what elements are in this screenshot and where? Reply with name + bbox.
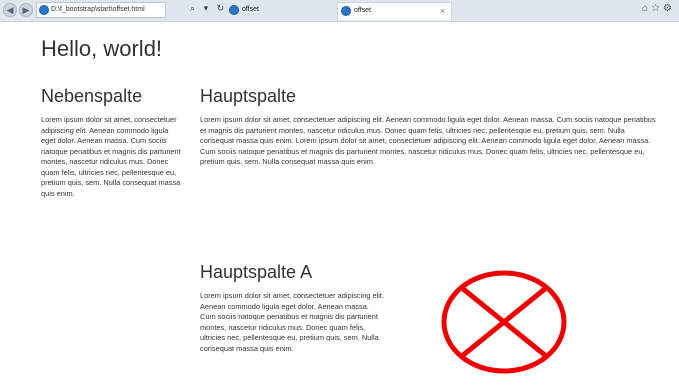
back-button[interactable]: ◀: [3, 3, 17, 17]
tab-inactive-title: offset: [242, 6, 259, 13]
forward-arrow-icon: ▶: [22, 4, 30, 15]
tab-active-title: offset: [354, 7, 371, 14]
main-column-a-title: Hauptspalte A: [200, 262, 313, 282]
tab-active[interactable]: offset ×: [337, 2, 452, 20]
side-column: Nebenspalte Lorem ipsum dolor sit amet, …: [41, 86, 181, 199]
back-arrow-icon: ◀: [6, 4, 14, 15]
favorites-star-icon[interactable]: ☆: [651, 3, 663, 14]
page-content: Hello, world! Nebenspalte Lorem ipsum do…: [0, 22, 679, 390]
main-column-title: Hauptspalte: [200, 86, 297, 106]
address-bar[interactable]: D:\f_bootstrap\start\offset.html: [36, 2, 166, 18]
page-favicon-icon: [39, 5, 49, 15]
main-column-a-text: Lorem ipsum dolor sit amet, consectetuer…: [200, 291, 385, 353]
main-column: Hauptspalte Lorem ipsum dolor sit amet, …: [200, 86, 660, 168]
settings-gear-icon[interactable]: ⚙: [663, 3, 675, 14]
home-icon[interactable]: ⌂: [642, 3, 651, 14]
tab-favicon-icon: [341, 6, 351, 16]
dropdown-icon[interactable]: ▾: [204, 3, 209, 13]
address-text: D:\f_bootstrap\start\offset.html: [51, 6, 145, 13]
refresh-icon[interactable]: ↻: [217, 3, 225, 13]
tab-favicon-icon: [229, 5, 239, 15]
browser-toolbar: ◀ ▶ D:\f_bootstrap\start\offset.html ⌕ ▾…: [0, 0, 679, 22]
tab-inactive[interactable]: offset: [226, 2, 336, 20]
tab-close-icon[interactable]: ×: [440, 3, 445, 19]
side-column-title: Nebenspalte: [41, 86, 143, 106]
toolbar-right-icons: ⌂☆⚙: [642, 3, 675, 14]
crossed-circle-icon: [441, 270, 567, 374]
main-column-a: Hauptspalte A Lorem ipsum dolor sit amet…: [200, 262, 385, 354]
main-column-text: Lorem ipsum dolor sit amet, consectetuer…: [200, 115, 656, 166]
search-icon[interactable]: ⌕: [190, 3, 195, 13]
page-heading: Hello, world!: [41, 36, 163, 61]
side-column-text: Lorem ipsum dolor sit amet, consectetuer…: [41, 115, 181, 198]
address-tools: ⌕ ▾ ↻: [190, 3, 230, 17]
forward-button[interactable]: ▶: [19, 3, 33, 17]
